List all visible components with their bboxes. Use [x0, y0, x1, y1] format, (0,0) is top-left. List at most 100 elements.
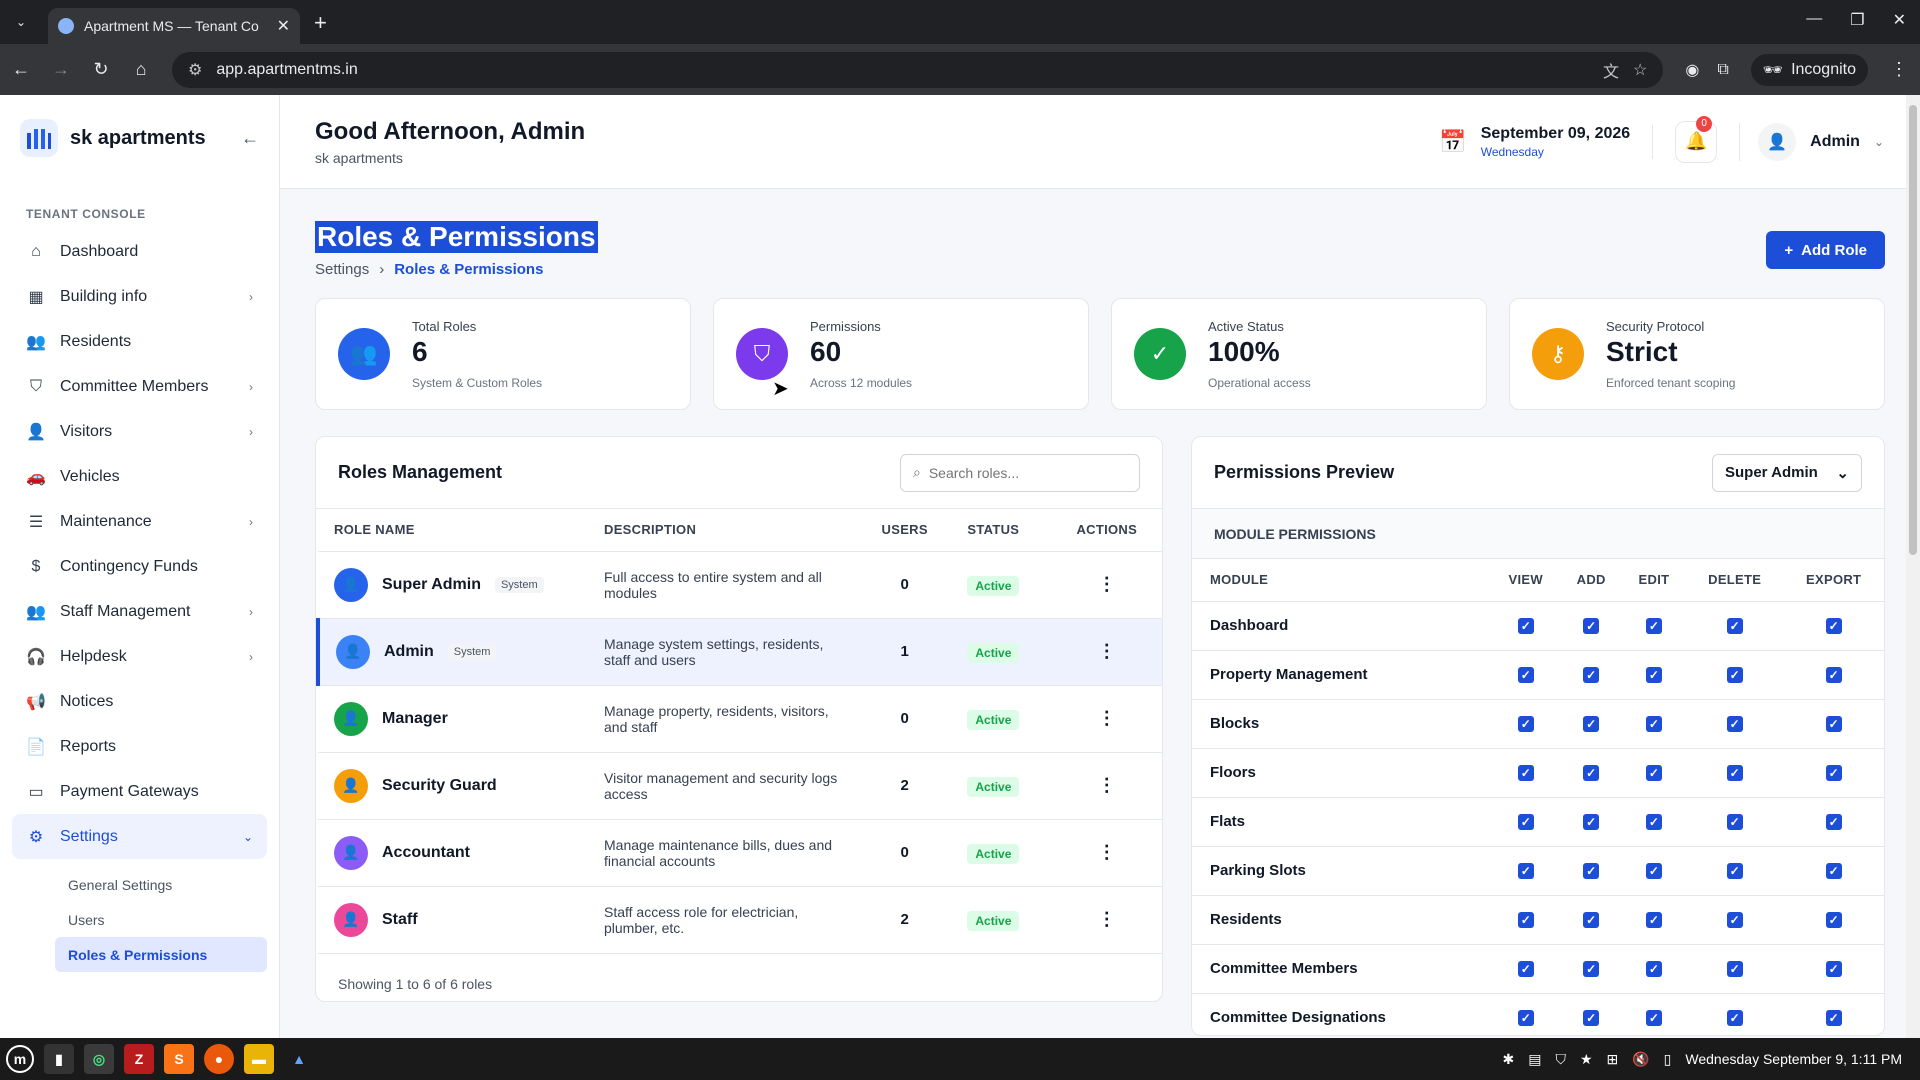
permission-checkbox[interactable]: ✓	[1645, 667, 1662, 683]
browser-tab[interactable]: Apartment MS — Tenant Co ✕	[48, 8, 300, 44]
permission-checkbox[interactable]: ✓	[1583, 618, 1600, 634]
permission-checkbox[interactable]: ✓	[1645, 765, 1662, 781]
permission-checkbox[interactable]: ✓	[1517, 814, 1534, 830]
role-select[interactable]: Super Admin ⌄	[1712, 453, 1862, 492]
permission-checkbox[interactable]: ✓	[1825, 667, 1842, 683]
back-icon[interactable]: ←	[12, 59, 30, 80]
sidebar-item-reports[interactable]: 📄 Reports	[0, 724, 279, 769]
table-row[interactable]: 👤 Security Guard Visitor management and …	[318, 752, 1162, 820]
page-scrollbar[interactable]	[1906, 95, 1920, 1038]
permission-checkbox[interactable]: ✓	[1517, 961, 1534, 977]
add-role-button[interactable]: + Add Role	[1766, 231, 1885, 269]
star-tray-icon[interactable]: ★	[1580, 1051, 1593, 1068]
permission-checkbox[interactable]: ✓	[1583, 1010, 1600, 1026]
permission-checkbox[interactable]: ✓	[1726, 667, 1743, 683]
permission-checkbox[interactable]: ✓	[1726, 814, 1743, 830]
permission-checkbox[interactable]: ✓	[1726, 618, 1743, 634]
permission-checkbox[interactable]: ✓	[1583, 765, 1600, 781]
site-info-icon[interactable]: ⚙	[188, 60, 202, 80]
permission-checkbox[interactable]: ✓	[1726, 716, 1743, 732]
permission-checkbox[interactable]: ✓	[1583, 716, 1600, 732]
sidebar-item-staff-management[interactable]: 👥 Staff Management ›	[0, 589, 279, 634]
collapse-sidebar-icon[interactable]: ←	[241, 128, 259, 149]
permission-checkbox[interactable]: ✓	[1726, 961, 1743, 977]
bluetooth-icon[interactable]: ✱	[1502, 1051, 1514, 1068]
permission-checkbox[interactable]: ✓	[1825, 618, 1842, 634]
permission-checkbox[interactable]: ✓	[1825, 814, 1842, 830]
sidebar-item-committee-members[interactable]: ⛉ Committee Members ›	[0, 364, 279, 409]
permission-checkbox[interactable]: ✓	[1645, 618, 1662, 634]
filezilla-icon[interactable]: Z	[124, 1044, 154, 1074]
permission-checkbox[interactable]: ✓	[1583, 961, 1600, 977]
sidebar-item-payment-gateways[interactable]: ▭ Payment Gateways	[0, 769, 279, 814]
more-actions-icon[interactable]: ⋮	[1098, 708, 1116, 728]
sidebar-item-helpdesk[interactable]: 🎧 Helpdesk ›	[0, 634, 279, 679]
bookmark-star-icon[interactable]: ☆	[1633, 60, 1647, 80]
notifications-button[interactable]: 🔔 0	[1675, 115, 1718, 163]
permission-checkbox[interactable]: ✓	[1726, 863, 1743, 879]
permission-checkbox[interactable]: ✓	[1825, 961, 1842, 977]
table-row[interactable]: 👤 Super Admin System Full access to enti…	[318, 551, 1162, 619]
sidebar-sub-roles-permissions[interactable]: Roles & Permissions	[55, 937, 267, 972]
table-row[interactable]: 👤 Manager Manage property, residents, vi…	[318, 685, 1162, 753]
close-window-icon[interactable]: ✕	[1893, 10, 1906, 30]
editor-icon[interactable]: ▲	[284, 1044, 314, 1074]
new-tab-button[interactable]: +	[314, 10, 327, 36]
extension-icon[interactable]: ◉	[1685, 60, 1699, 80]
sidebar-item-building-info[interactable]: ▦ Building info ›	[0, 274, 279, 319]
network-icon[interactable]: ⊞	[1607, 1051, 1619, 1068]
minimize-icon[interactable]: —	[1806, 10, 1822, 30]
sidebar-item-settings[interactable]: ⚙ Settings ⌄	[12, 814, 267, 859]
volume-mute-icon[interactable]: 🔇	[1632, 1051, 1649, 1068]
permission-checkbox[interactable]: ✓	[1825, 716, 1842, 732]
more-actions-icon[interactable]: ⋮	[1098, 574, 1116, 594]
permission-checkbox[interactable]: ✓	[1583, 814, 1600, 830]
scrollbar-thumb[interactable]	[1909, 105, 1917, 555]
permission-checkbox[interactable]: ✓	[1645, 814, 1662, 830]
permission-checkbox[interactable]: ✓	[1645, 1010, 1662, 1026]
breadcrumb-parent[interactable]: Settings	[315, 261, 369, 278]
tab-search-icon[interactable]: ⌄	[10, 11, 32, 33]
permission-checkbox[interactable]: ✓	[1825, 765, 1842, 781]
translate-icon[interactable]: 文	[1603, 58, 1619, 82]
sidebar-sub-users[interactable]: Users	[0, 902, 279, 937]
permission-checkbox[interactable]: ✓	[1825, 1010, 1842, 1026]
user-menu[interactable]: 👤 Admin ⌄	[1739, 122, 1884, 161]
puzzle-icon[interactable]: ⧉	[1717, 61, 1728, 79]
address-bar[interactable]: ⚙ app.apartmentms.in 文 ☆	[172, 51, 1664, 88]
sidebar-sub-general-settings[interactable]: General Settings	[0, 867, 279, 902]
permission-checkbox[interactable]: ✓	[1726, 1010, 1743, 1026]
permission-checkbox[interactable]: ✓	[1583, 667, 1600, 683]
permission-checkbox[interactable]: ✓	[1726, 765, 1743, 781]
battery-icon[interactable]: ▯	[1664, 1051, 1672, 1068]
more-actions-icon[interactable]: ⋮	[1098, 775, 1116, 795]
permission-checkbox[interactable]: ✓	[1517, 716, 1534, 732]
permission-checkbox[interactable]: ✓	[1517, 765, 1534, 781]
clipboard-icon[interactable]: ▤	[1528, 1051, 1541, 1068]
system-clock[interactable]: Wednesday September 9, 1:11 PM	[1685, 1051, 1902, 1067]
table-row[interactable]: 👤 Admin System Manage system settings, r…	[316, 618, 1162, 686]
more-actions-icon[interactable]: ⋮	[1098, 909, 1116, 929]
restore-icon[interactable]: ❐	[1850, 10, 1864, 30]
forward-icon[interactable]: →	[52, 59, 70, 80]
reload-icon[interactable]: ↻	[92, 59, 110, 80]
permission-checkbox[interactable]: ✓	[1583, 912, 1600, 928]
permission-checkbox[interactable]: ✓	[1825, 863, 1842, 879]
more-actions-icon[interactable]: ⋮	[1098, 842, 1116, 862]
permission-checkbox[interactable]: ✓	[1726, 912, 1743, 928]
sidebar-item-maintenance[interactable]: ☰ Maintenance ›	[0, 499, 279, 544]
sidebar-item-residents[interactable]: 👥 Residents	[0, 319, 279, 364]
permission-checkbox[interactable]: ✓	[1517, 667, 1534, 683]
sublime-icon[interactable]: S	[164, 1044, 194, 1074]
table-row[interactable]: 👤 Staff Staff access role for electricia…	[318, 886, 1162, 954]
permission-checkbox[interactable]: ✓	[1825, 912, 1842, 928]
sidebar-item-notices[interactable]: 📢 Notices	[0, 679, 279, 724]
sidebar-item-dashboard[interactable]: ⌂ Dashboard	[0, 229, 279, 274]
permission-checkbox[interactable]: ✓	[1517, 912, 1534, 928]
permission-checkbox[interactable]: ✓	[1517, 863, 1534, 879]
search-input[interactable]	[928, 464, 1127, 481]
firefox-icon[interactable]: ●	[204, 1044, 234, 1074]
sidebar-item-vehicles[interactable]: 🚗 Vehicles	[0, 454, 279, 499]
shield-tray-icon[interactable]: ⛉	[1555, 1051, 1566, 1068]
files-icon[interactable]: ▬	[244, 1044, 274, 1074]
